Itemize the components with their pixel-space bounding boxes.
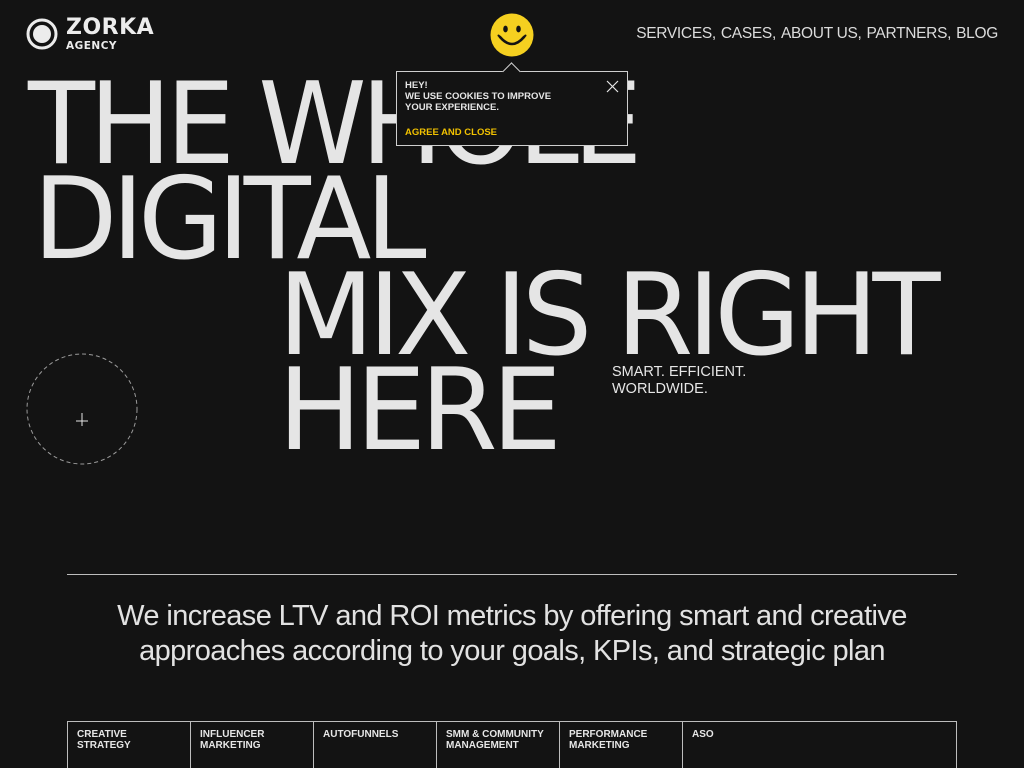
nav-services[interactable]: SERVICES, bbox=[636, 25, 716, 43]
cookie-message: HEY! WE USE COOKIES TO IMPROVE YOUR EXPE… bbox=[405, 80, 551, 113]
service-label: MARKETING bbox=[200, 740, 261, 751]
service-label: AUTOFUNNELS bbox=[323, 729, 399, 740]
nav-partners[interactable]: PARTNERS, bbox=[867, 25, 952, 43]
service-label: STRATEGY bbox=[77, 740, 131, 751]
service-label: CREATIVE bbox=[77, 729, 127, 740]
hero-tagline: SMART. EFFICIENT. WORLDWIDE. bbox=[612, 364, 746, 398]
brand-subtitle: AGENCY bbox=[66, 40, 118, 52]
nav-cases[interactable]: CASES, bbox=[721, 25, 776, 43]
nav-about-us[interactable]: ABOUT US, bbox=[781, 25, 862, 43]
service-aso[interactable]: ASO bbox=[683, 722, 956, 768]
service-label: PERFORMANCE bbox=[569, 729, 648, 740]
services-row: CREATIVE STRATEGY INFLUENCER MARKETING A… bbox=[67, 721, 957, 768]
service-label: ASO bbox=[692, 729, 714, 740]
service-smm-community[interactable]: SMM & COMMUNITY MANAGEMENT bbox=[437, 722, 560, 768]
cookie-line-3: YOUR EXPERIENCE. bbox=[405, 102, 499, 113]
service-influencer-marketing[interactable]: INFLUENCER MARKETING bbox=[191, 722, 314, 768]
main-nav: SERVICES, CASES, ABOUT US, PARTNERS, BLO… bbox=[636, 25, 998, 43]
service-autofunnels[interactable]: AUTOFUNNELS bbox=[314, 722, 437, 768]
service-label: MARKETING bbox=[569, 740, 630, 751]
cursor-circle bbox=[26, 353, 138, 465]
brand-logo[interactable]: ZORKA AGENCY bbox=[26, 17, 154, 52]
value-statement: We increase LTV and ROI metrics by offer… bbox=[117, 600, 907, 667]
tagline-line-2: WORLDWIDE. bbox=[612, 381, 708, 397]
service-creative-strategy[interactable]: CREATIVE STRATEGY bbox=[68, 722, 191, 768]
service-label: MANAGEMENT bbox=[446, 740, 519, 751]
cookie-banner: HEY! WE USE COOKIES TO IMPROVE YOUR EXPE… bbox=[396, 62, 628, 146]
page: ZORKA AGENCY SERVICES, CASES, ABOUT US, … bbox=[0, 0, 1024, 768]
nav-blog[interactable]: BLOG bbox=[956, 25, 998, 43]
service-label: INFLUENCER bbox=[200, 729, 265, 740]
hero-line-4: HERE bbox=[278, 344, 562, 476]
cookie-line-2: WE USE COOKIES TO IMPROVE bbox=[405, 91, 552, 102]
cookie-line-1: HEY! bbox=[405, 80, 428, 91]
brand-text: ZORKA AGENCY bbox=[66, 17, 154, 52]
service-performance-marketing[interactable]: PERFORMANCE MARKETING bbox=[560, 722, 683, 768]
zorka-logo-icon bbox=[26, 18, 58, 50]
smiley-face-icon[interactable] bbox=[490, 13, 534, 57]
crosshair-icon bbox=[76, 413, 88, 426]
tagline-line-1: SMART. EFFICIENT. bbox=[612, 364, 747, 380]
service-label: SMM & COMMUNITY bbox=[446, 729, 544, 740]
agree-and-close-button[interactable]: AGREE AND CLOSE bbox=[405, 127, 497, 138]
brand-name: ZORKA bbox=[66, 15, 155, 40]
close-icon[interactable] bbox=[606, 80, 619, 93]
section-divider bbox=[67, 574, 957, 575]
